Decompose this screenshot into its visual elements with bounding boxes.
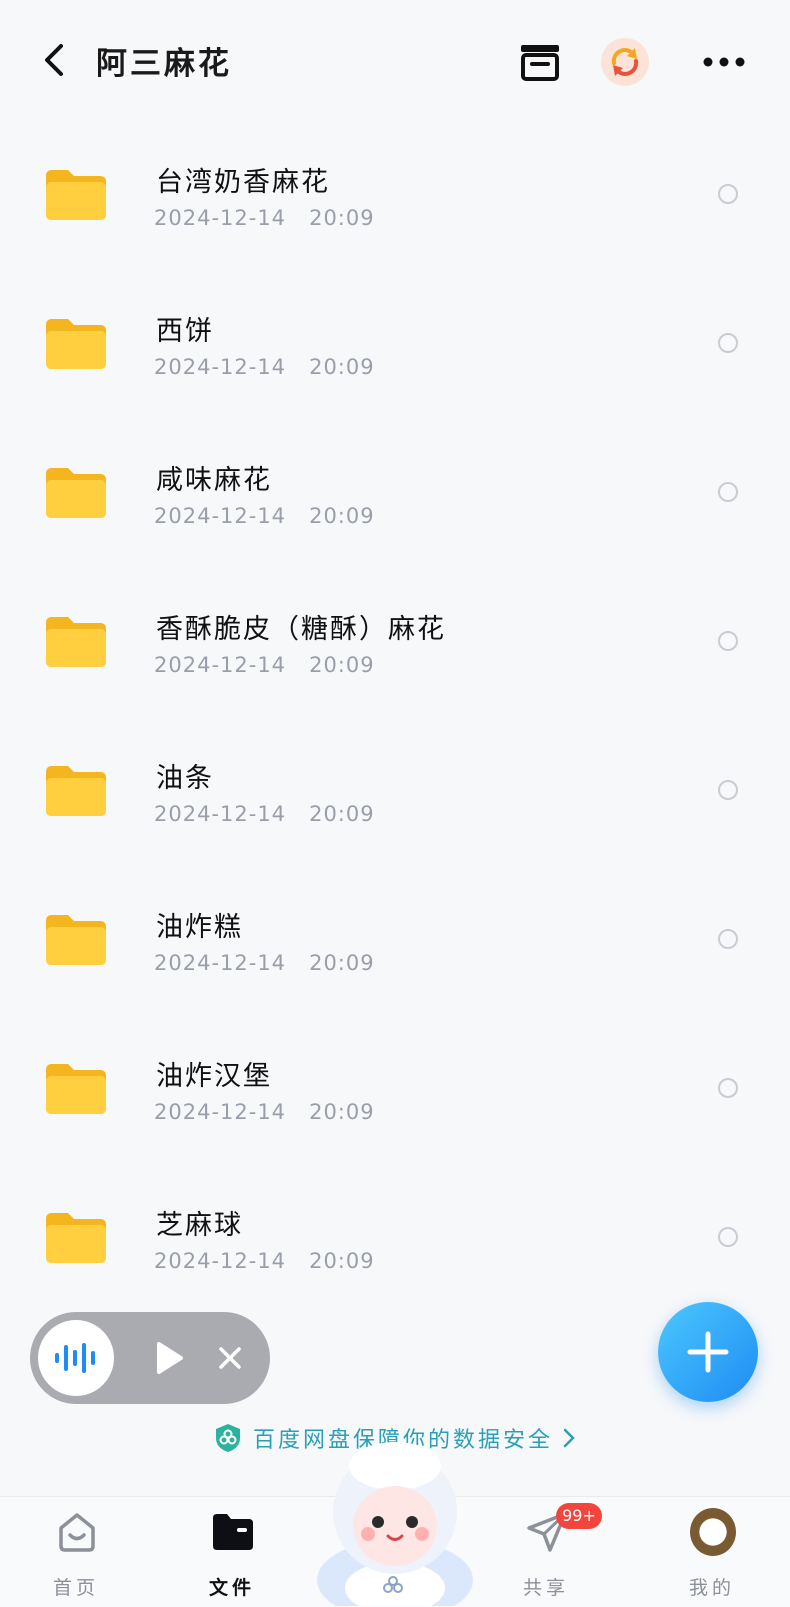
nav-home[interactable]: 首页 <box>16 1497 136 1607</box>
nav-mine-label: 我的 <box>688 1577 735 1599</box>
voice-wave-icon[interactable] <box>38 1320 114 1396</box>
page-title: 阿三麻花 <box>96 46 232 82</box>
file-name: 西饼 <box>156 316 214 347</box>
select-checkbox[interactable] <box>718 184 738 204</box>
chevron-right-icon <box>563 1428 575 1448</box>
list-item[interactable]: 台湾奶香麻花 2024-12-14 20:09 <box>0 124 790 273</box>
folder-icon <box>46 915 106 965</box>
nav-files-label: 文件 <box>208 1577 255 1599</box>
file-date: 2024-12-14 20:09 <box>154 951 375 975</box>
nav-home-label: 首页 <box>52 1577 99 1599</box>
folder-icon <box>46 170 106 220</box>
plus-icon <box>687 1331 729 1373</box>
sync-icon-bg <box>601 38 649 86</box>
file-list: 台湾奶香麻花 2024-12-14 20:09 西饼 2024-12-14 20… <box>0 124 790 1316</box>
select-checkbox[interactable] <box>718 482 738 502</box>
file-name: 油条 <box>156 763 214 794</box>
more-icon[interactable] <box>696 34 752 90</box>
select-checkbox[interactable] <box>718 929 738 949</box>
shield-icon <box>215 1424 240 1452</box>
file-name: 油炸汉堡 <box>156 1061 272 1092</box>
nav-files[interactable]: 文件 <box>172 1497 292 1607</box>
voice-player <box>30 1312 270 1404</box>
nav-share-label: 共享 <box>522 1577 569 1599</box>
mascot-icon[interactable] <box>316 1430 474 1606</box>
file-name: 咸味麻花 <box>156 465 272 496</box>
file-date: 2024-12-14 20:09 <box>154 504 375 528</box>
select-checkbox[interactable] <box>718 1078 738 1098</box>
home-icon <box>54 1509 100 1555</box>
file-name: 香酥脆皮（糖酥）麻花 <box>156 614 446 645</box>
file-date: 2024-12-14 20:09 <box>154 1100 375 1124</box>
list-item[interactable]: 芝麻球 2024-12-14 20:09 <box>0 1167 790 1316</box>
file-date: 2024-12-14 20:09 <box>154 802 375 826</box>
avatar <box>690 1508 736 1556</box>
share-badge: 99+ <box>556 1503 602 1529</box>
list-item[interactable]: 西饼 2024-12-14 20:09 <box>0 273 790 422</box>
list-item[interactable]: 香酥脆皮（糖酥）麻花 2024-12-14 20:09 <box>0 571 790 720</box>
nav-mine[interactable]: 我的 <box>652 1497 772 1607</box>
file-name: 油炸糕 <box>156 912 243 943</box>
file-name: 台湾奶香麻花 <box>156 167 330 198</box>
folder-icon <box>46 319 106 369</box>
file-date: 2024-12-14 20:09 <box>154 653 375 677</box>
list-item[interactable]: 油炸糕 2024-12-14 20:09 <box>0 869 790 1018</box>
nav-share[interactable]: 99+ 共享 <box>486 1497 606 1607</box>
file-date: 2024-12-14 20:09 <box>154 206 375 230</box>
folder-icon <box>46 468 106 518</box>
list-item[interactable]: 油条 2024-12-14 20:09 <box>0 720 790 869</box>
select-checkbox[interactable] <box>718 780 738 800</box>
back-icon[interactable] <box>36 40 72 80</box>
add-button[interactable] <box>658 1302 758 1402</box>
folder-icon <box>46 1213 106 1263</box>
file-name: 芝麻球 <box>156 1210 243 1241</box>
folder-icon <box>46 1064 106 1114</box>
archive-icon[interactable] <box>512 34 568 90</box>
folder-icon <box>46 766 106 816</box>
select-checkbox[interactable] <box>718 333 738 353</box>
play-icon[interactable] <box>148 1336 192 1380</box>
file-date: 2024-12-14 20:09 <box>154 355 375 379</box>
select-checkbox[interactable] <box>718 1227 738 1247</box>
select-checkbox[interactable] <box>718 631 738 651</box>
folder-icon <box>46 617 106 667</box>
file-date: 2024-12-14 20:09 <box>154 1249 375 1273</box>
files-icon <box>210 1509 256 1555</box>
close-icon[interactable] <box>212 1340 248 1376</box>
list-item[interactable]: 油炸汉堡 2024-12-14 20:09 <box>0 1018 790 1167</box>
sync-icon[interactable] <box>597 34 653 90</box>
list-item[interactable]: 咸味麻花 2024-12-14 20:09 <box>0 422 790 571</box>
header: 阿三麻花 <box>0 0 790 120</box>
